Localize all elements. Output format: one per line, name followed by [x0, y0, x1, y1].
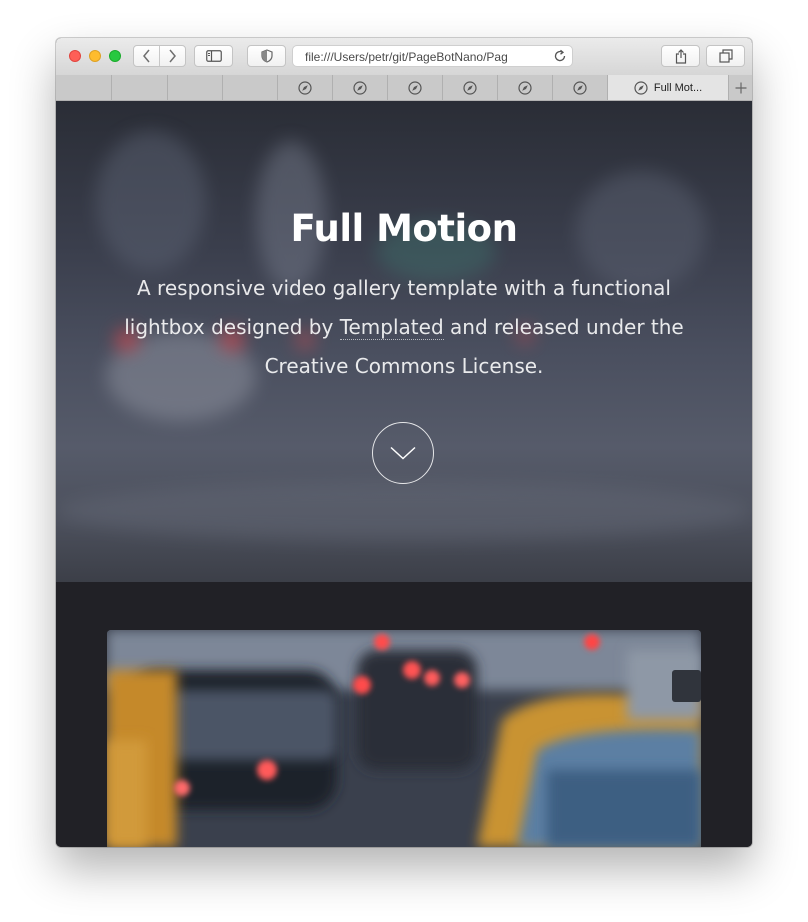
hero-title: Full Motion: [290, 207, 518, 250]
url-text: file:///Users/petr/git/PageBotNano/Pag: [305, 49, 545, 65]
zoom-window-button[interactable]: [109, 50, 121, 62]
chevron-down-icon: [390, 446, 416, 460]
compass-icon: [298, 80, 312, 95]
compass-icon: [463, 80, 477, 95]
back-button[interactable]: [134, 46, 159, 66]
tab[interactable]: [442, 75, 497, 100]
hero-description: A responsive video gallery template with…: [96, 269, 712, 386]
shield-icon: [260, 49, 273, 63]
video-thumbnail[interactable]: [107, 630, 701, 847]
chevron-right-icon: [169, 49, 177, 63]
new-tab-button[interactable]: [728, 75, 752, 100]
share-icon: [675, 48, 686, 64]
traffic-photo: [107, 630, 701, 847]
browser-window: file:///Users/petr/git/PageBotNano/Pag F…: [56, 38, 752, 847]
tab[interactable]: [332, 75, 387, 100]
forward-button[interactable]: [160, 46, 185, 66]
templated-link[interactable]: Templated: [339, 315, 444, 340]
hero-banner: Full Motion A responsive video gallery t…: [56, 101, 752, 582]
gallery-section: [56, 582, 752, 847]
close-window-button[interactable]: [69, 50, 81, 62]
show-all-tabs-button[interactable]: [706, 45, 745, 67]
sidebar-icon: [205, 50, 222, 62]
tab-bar: Full Mot...: [56, 75, 752, 101]
sidebar-toggle-button[interactable]: [194, 45, 233, 67]
tab-active[interactable]: Full Mot...: [607, 75, 728, 100]
tab[interactable]: [387, 75, 442, 100]
chevron-left-icon: [142, 49, 150, 63]
tabs-overview-icon: [718, 49, 733, 63]
reload-icon[interactable]: [553, 49, 567, 63]
plus-icon: [735, 82, 746, 93]
compass-icon: [518, 80, 532, 95]
compass-icon: [573, 80, 587, 95]
address-bar[interactable]: file:///Users/petr/git/PageBotNano/Pag: [292, 45, 573, 67]
tab[interactable]: [56, 75, 112, 100]
minimize-window-button[interactable]: [89, 50, 101, 62]
tab-label: Full Mot...: [653, 81, 703, 94]
share-button[interactable]: [661, 45, 700, 67]
navigation-buttons: [133, 45, 186, 67]
compass-icon: [408, 80, 422, 95]
tab[interactable]: [497, 75, 552, 100]
tab[interactable]: [111, 75, 167, 100]
compass-icon: [634, 80, 648, 95]
tab[interactable]: [277, 75, 332, 100]
scroll-down-button[interactable]: [372, 422, 434, 484]
tab[interactable]: [222, 75, 277, 100]
tab[interactable]: [552, 75, 607, 100]
tab[interactable]: [167, 75, 222, 100]
compass-icon: [353, 80, 367, 95]
title-bar: file:///Users/petr/git/PageBotNano/Pag: [56, 38, 752, 76]
privacy-shield-button[interactable]: [247, 45, 286, 67]
